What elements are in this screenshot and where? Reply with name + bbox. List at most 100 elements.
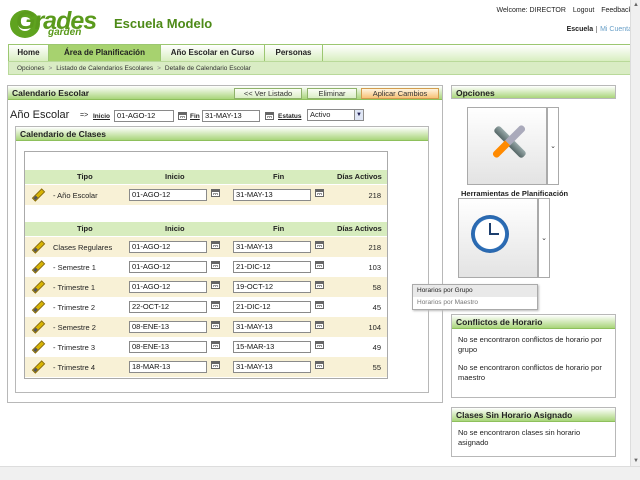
col-tipo: Tipo bbox=[77, 172, 93, 181]
calendar-icon[interactable] bbox=[315, 241, 324, 249]
row-start-input[interactable]: 22-OCT-12 bbox=[129, 301, 207, 313]
status-select[interactable]: Activo ▼ bbox=[307, 109, 364, 121]
row-end-input[interactable]: 31-MAY-13 bbox=[233, 361, 311, 373]
row-type: Clases Regulares bbox=[53, 243, 113, 252]
delete-button[interactable]: Eliminar bbox=[307, 88, 357, 99]
tab-planning-area[interactable]: Área de Planificación bbox=[49, 45, 161, 61]
calendar-icon[interactable] bbox=[315, 301, 324, 309]
table-row: - Trimestre 2 22-OCT-12 21-DIC-12 45 bbox=[25, 297, 387, 317]
pencil-icon[interactable] bbox=[31, 241, 43, 253]
pencil-icon[interactable] bbox=[31, 361, 43, 373]
calendar-icon[interactable] bbox=[211, 321, 220, 329]
calendar-icon[interactable] bbox=[211, 301, 220, 309]
scroll-up-icon[interactable]: ▲ bbox=[632, 1, 640, 9]
calendar-icon[interactable] bbox=[315, 281, 324, 289]
row-active-days: 58 bbox=[372, 283, 381, 292]
scroll-down-icon[interactable]: ▼ bbox=[632, 457, 640, 465]
row-active-days: 103 bbox=[368, 263, 381, 272]
menu-item-schedules-by-teacher[interactable]: Horarios por Maestro bbox=[413, 297, 537, 309]
schedule-options-menu: Horarios por Grupo Horarios por Maestro bbox=[412, 284, 538, 310]
calendar-icon[interactable] bbox=[178, 112, 187, 120]
row-active-days: 49 bbox=[372, 343, 381, 352]
pencil-icon[interactable] bbox=[31, 341, 43, 353]
col-fin: Fin bbox=[273, 224, 285, 233]
row-start-input[interactable]: 01-AGO-12 bbox=[129, 281, 207, 293]
tab-current-school-year[interactable]: Año Escolar en Curso bbox=[161, 45, 265, 61]
conflicts-title: Conflictos de Horario bbox=[452, 315, 615, 329]
row-end-input[interactable]: 31-MAY-13 bbox=[233, 241, 311, 253]
tools-icon bbox=[484, 120, 534, 164]
start-date-input[interactable]: 01-AGO-12 bbox=[114, 110, 174, 122]
row-type: - Semestre 2 bbox=[53, 323, 96, 332]
unassigned-text: No se encontraron clases sin horario asi… bbox=[458, 428, 581, 447]
row-end-input[interactable]: 31-MAY-13 bbox=[233, 321, 311, 333]
row-end-input[interactable]: 21-DIC-12 bbox=[233, 301, 311, 313]
top-links: Welcome: DIRECTOR Logout Feedback bbox=[492, 7, 632, 14]
row-end-input[interactable]: 19-OCT-12 bbox=[233, 281, 311, 293]
row-active-days: 218 bbox=[368, 243, 381, 252]
calendar-icon[interactable] bbox=[315, 341, 324, 349]
logo-sub-text: garden bbox=[48, 27, 82, 38]
breadcrumb-options[interactable]: Opciones bbox=[17, 65, 44, 72]
row-start-input[interactable]: 08-ENE-13 bbox=[129, 341, 207, 353]
chevron-down-icon[interactable]: ⌄ bbox=[538, 198, 550, 278]
calendar-icon[interactable] bbox=[211, 261, 220, 269]
chevron-down-icon[interactable]: ⌄ bbox=[547, 107, 559, 185]
row-start-input[interactable]: 08-ENE-13 bbox=[129, 321, 207, 333]
end-label: Fin bbox=[190, 113, 200, 120]
class-calendar-title: Calendario de Clases bbox=[16, 127, 428, 141]
pencil-icon[interactable] bbox=[31, 321, 43, 333]
pencil-icon[interactable] bbox=[31, 281, 43, 293]
schedules-tile[interactable] bbox=[458, 198, 538, 278]
arrow-text: => bbox=[80, 112, 89, 119]
col-tipo: Tipo bbox=[77, 224, 93, 233]
conflicts-teacher-text: No se encontraron conflictos de horario … bbox=[458, 363, 602, 382]
logout-link[interactable]: Logout bbox=[573, 7, 594, 14]
table-row: - Trimestre 3 08-ENE-13 15-MAR-13 49 bbox=[25, 337, 387, 357]
calendar-icon[interactable] bbox=[211, 341, 220, 349]
clock-icon bbox=[471, 215, 509, 253]
calendar-icon[interactable] bbox=[211, 189, 220, 197]
school-link[interactable]: Escuela bbox=[567, 26, 593, 33]
pencil-icon[interactable] bbox=[31, 261, 43, 273]
end-date-input[interactable]: 31-MAY-13 bbox=[202, 110, 260, 122]
row-end-input[interactable]: 15-MAR-13 bbox=[233, 341, 311, 353]
breadcrumb-calendar-list[interactable]: Listado de Calendarios Escolares bbox=[56, 65, 153, 72]
calendar-icon[interactable] bbox=[211, 361, 220, 369]
menu-item-schedules-by-group[interactable]: Horarios por Grupo bbox=[413, 285, 537, 297]
calendar-icon[interactable] bbox=[211, 281, 220, 289]
tab-home[interactable]: Home bbox=[9, 45, 49, 61]
apply-changes-button[interactable]: Aplicar Cambios bbox=[361, 88, 439, 99]
horizontal-scrollbar[interactable] bbox=[0, 466, 640, 480]
calendar-icon[interactable] bbox=[315, 361, 324, 369]
row-start-input[interactable]: 01-AGO-12 bbox=[129, 261, 207, 273]
back-to-list-button[interactable]: << Ver Listado bbox=[234, 88, 302, 99]
row-end-input[interactable]: 21-DIC-12 bbox=[233, 261, 311, 273]
tab-people[interactable]: Personas bbox=[265, 45, 323, 61]
options-title: Opciones bbox=[451, 85, 616, 99]
feedback-link[interactable]: Feedback bbox=[601, 7, 632, 14]
pencil-icon[interactable] bbox=[31, 301, 43, 313]
planning-tools-tile[interactable] bbox=[467, 107, 547, 185]
calendar-icon[interactable] bbox=[265, 112, 274, 120]
calendar-icon[interactable] bbox=[315, 321, 324, 329]
col-fin: Fin bbox=[273, 172, 285, 181]
row-start-input[interactable]: 01-AGO-12 bbox=[129, 241, 207, 253]
row-type: - Semestre 1 bbox=[53, 263, 96, 272]
table-row: - Año Escolar 01-AGO-12 31-MAY-13 218 bbox=[25, 185, 387, 205]
my-account-link[interactable]: Mi Cuenta bbox=[596, 26, 632, 33]
row-start-input[interactable]: 01-AGO-12 bbox=[129, 189, 207, 201]
table-row: Clases Regulares 01-AGO-12 31-MAY-13 218 bbox=[25, 237, 387, 257]
row-start-input[interactable]: 18-MAR-13 bbox=[129, 361, 207, 373]
calendar-icon[interactable] bbox=[315, 189, 324, 197]
row-end-input[interactable]: 31-MAY-13 bbox=[233, 189, 311, 201]
table-row: - Trimestre 1 01-AGO-12 19-OCT-12 58 bbox=[25, 277, 387, 297]
calendar-icon[interactable] bbox=[315, 261, 324, 269]
logo: Grades garden bbox=[6, 6, 104, 40]
row-type: - Trimestre 3 bbox=[53, 343, 96, 352]
calendar-icon[interactable] bbox=[211, 241, 220, 249]
school-name: Escuela Modelo bbox=[114, 16, 213, 31]
pencil-icon[interactable] bbox=[31, 189, 43, 201]
vertical-scrollbar[interactable]: ▲ ▼ bbox=[630, 0, 640, 466]
conflicts-group-text: No se encontraron conflictos de horario … bbox=[458, 335, 602, 354]
